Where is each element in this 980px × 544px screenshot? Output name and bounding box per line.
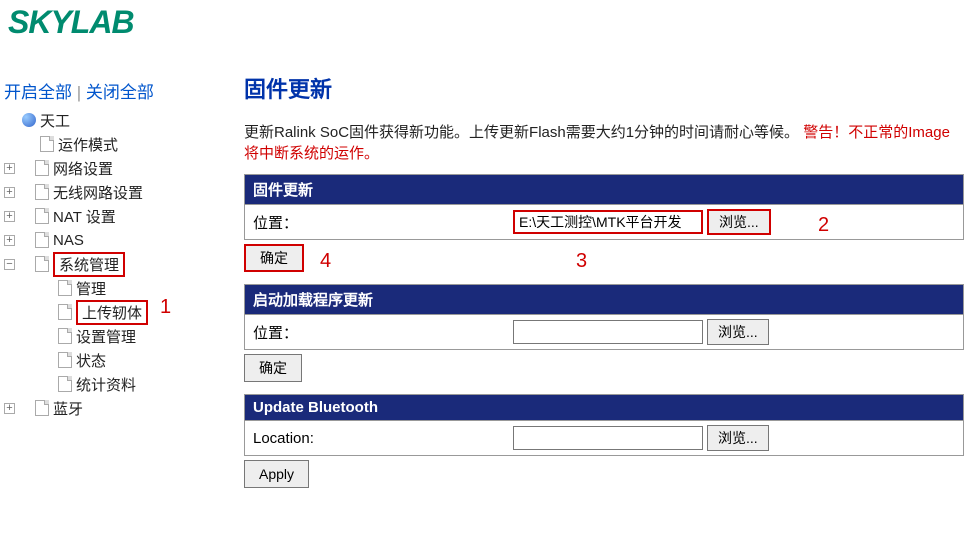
- bluetooth-update-section: Update Bluetooth Location: 浏览... Apply: [244, 394, 964, 488]
- section-header: Update Bluetooth: [244, 394, 964, 421]
- tree-item-wireless[interactable]: + 无线网路设置: [4, 180, 209, 204]
- browse-button[interactable]: 浏览...: [707, 209, 771, 235]
- globe-icon: [22, 113, 36, 127]
- browse-button[interactable]: 浏览...: [707, 319, 769, 345]
- page-icon: [58, 376, 72, 392]
- browse-button[interactable]: 浏览...: [707, 425, 769, 451]
- page-icon: [58, 352, 72, 368]
- link-separator: |: [77, 83, 86, 102]
- logo: SKYLAB: [8, 4, 134, 41]
- page-icon: [40, 136, 54, 152]
- annotation-4: 4: [320, 250, 331, 273]
- bluetooth-submit-button[interactable]: Apply: [244, 460, 309, 488]
- collapse-icon[interactable]: −: [4, 259, 15, 270]
- page-icon: [35, 256, 49, 272]
- firmware-path-input[interactable]: [513, 210, 703, 234]
- tree-item-upload-firmware[interactable]: 上传轫体: [4, 300, 209, 324]
- tree-item-nat[interactable]: + NAT 设置: [4, 204, 209, 228]
- tree-item-mode[interactable]: 运作模式: [4, 132, 209, 156]
- close-all-link[interactable]: 关闭全部: [86, 83, 154, 102]
- bluetooth-location-row: Location: 浏览...: [244, 421, 964, 456]
- page-icon: [58, 280, 72, 296]
- bootloader-submit-button[interactable]: 确定: [244, 354, 302, 382]
- section-header: 启动加载程序更新: [244, 284, 964, 315]
- page-icon: [58, 304, 72, 320]
- expand-icon[interactable]: +: [4, 235, 15, 246]
- location-label: 位置：: [253, 322, 513, 343]
- firmware-location-row: 位置： 浏览...: [244, 205, 964, 240]
- tree-root[interactable]: 天工: [4, 108, 209, 132]
- page-icon: [35, 184, 49, 200]
- tree-item-bluetooth[interactable]: + 蓝牙: [4, 396, 209, 420]
- bootloader-update-section: 启动加载程序更新 位置： 浏览... 确定: [244, 284, 964, 382]
- bootloader-path-input[interactable]: [513, 320, 703, 344]
- tree-item-nas[interactable]: + NAS: [4, 228, 209, 252]
- main-content: 固件更新 更新Ralink SoC固件获得新功能。上传更新Flash需要大约1分…: [244, 72, 964, 494]
- tree-item-sysadmin[interactable]: − 系统管理: [4, 252, 209, 276]
- nav-tree: 天工 运作模式 + 网络设置 + 无线网路设置 + NAT 设置 + NAS −…: [4, 108, 209, 420]
- bluetooth-path-input[interactable]: [513, 426, 703, 450]
- expand-icon[interactable]: +: [4, 187, 15, 198]
- firmware-update-section: 固件更新 位置： 浏览... 确定: [244, 174, 964, 272]
- page-icon: [35, 160, 49, 176]
- page-icon: [35, 208, 49, 224]
- bootloader-location-row: 位置： 浏览...: [244, 315, 964, 350]
- tree-item-admin[interactable]: 管理: [4, 276, 209, 300]
- page-icon: [58, 328, 72, 344]
- expand-icon[interactable]: +: [4, 403, 15, 414]
- tree-item-stats[interactable]: 统计资料: [4, 372, 209, 396]
- annotation-1: 1: [160, 296, 171, 319]
- location-label: 位置：: [253, 212, 513, 233]
- annotation-3: 3: [576, 250, 587, 273]
- annotation-2: 2: [818, 214, 829, 237]
- tree-item-settings[interactable]: 设置管理: [4, 324, 209, 348]
- firmware-submit-button[interactable]: 确定: [244, 244, 304, 272]
- page-description: 更新Ralink SoC固件获得新功能。上传更新Flash需要大约1分钟的时间请…: [244, 122, 964, 164]
- open-all-link[interactable]: 开启全部: [4, 83, 72, 102]
- location-label: Location:: [253, 430, 513, 447]
- section-header: 固件更新: [244, 174, 964, 205]
- expand-icon[interactable]: +: [4, 211, 15, 222]
- expand-links: 开启全部 | 关闭全部: [4, 78, 154, 103]
- page-title: 固件更新: [244, 72, 964, 104]
- page-icon: [35, 232, 49, 248]
- page-icon: [35, 400, 49, 416]
- tree-item-status[interactable]: 状态: [4, 348, 209, 372]
- expand-icon[interactable]: +: [4, 163, 15, 174]
- tree-item-network[interactable]: + 网络设置: [4, 156, 209, 180]
